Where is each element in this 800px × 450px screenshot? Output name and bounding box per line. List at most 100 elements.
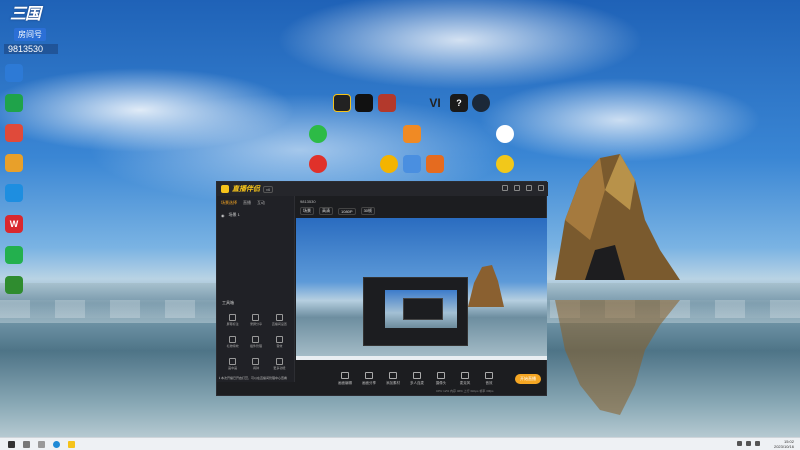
bottom-tool-label: 音效 (485, 381, 493, 385)
tool-icon (252, 358, 260, 365)
app-icon-1[interactable] (5, 64, 23, 82)
tool-item[interactable]: 画中画 (221, 358, 244, 370)
tool-item[interactable]: 屏幕标注 (221, 314, 244, 326)
bottom-tool-label: 多人连麦 (410, 381, 424, 385)
steam-icon[interactable] (472, 94, 490, 112)
minimize-icon[interactable] (514, 185, 520, 191)
nvidia-icon[interactable] (5, 276, 23, 294)
tool-item[interactable]: 音效 (268, 336, 291, 348)
window-controls (502, 185, 544, 191)
app-icon-row1-3[interactable] (378, 94, 396, 112)
chip-quality[interactable]: 高清 (319, 207, 333, 215)
app-icon-row3-3[interactable] (403, 155, 421, 173)
tab-interact[interactable]: 互动 (257, 200, 265, 206)
chip-scene[interactable]: 场景 (300, 207, 314, 215)
app-icon-row1-2[interactable] (355, 94, 373, 112)
scene-row[interactable]: ◉ 场景 1 (217, 210, 294, 220)
bottom-tool[interactable]: 画面编辑 (336, 372, 354, 386)
network-icon[interactable] (737, 441, 742, 446)
chrome-icon[interactable] (380, 155, 398, 173)
app-icon-row3-4[interactable] (426, 155, 444, 173)
app-icon-row1-5[interactable]: ? (450, 94, 468, 112)
tool-label: 画中画 (228, 366, 238, 370)
wechat-icon[interactable] (309, 125, 327, 143)
app-icon-3[interactable] (5, 124, 23, 142)
nested-preview-view-2 (403, 298, 443, 320)
tool-icon (252, 314, 260, 321)
bottom-tool[interactable]: 摄像头 (432, 372, 450, 386)
bottom-tool[interactable]: 画面分享 (360, 372, 378, 386)
streaming-app-window[interactable]: 直播伴侣 v6 场景选择 直播 互动 ◉ 场景 1 工具箱 屏幕标注 录屏分享 … (216, 181, 548, 396)
chip-fps[interactable]: 30帧 (360, 207, 376, 215)
bottom-tool[interactable]: 添加素材 (384, 372, 402, 386)
badge-logo: 三国 (10, 6, 41, 23)
status-bar: CPU 12% 内存 46% 上行 0kbps 帧率 30fps (436, 389, 494, 393)
qq-icon[interactable] (496, 125, 514, 143)
tab-scene[interactable]: 场景选择 (221, 200, 237, 206)
bottom-tool[interactable]: 音效 (480, 372, 498, 386)
wps-icon[interactable]: W (5, 215, 23, 233)
tool-item[interactable]: 礼物特效 (221, 336, 244, 348)
eye-icon[interactable]: ◉ (221, 213, 225, 218)
bottom-tool-label: 画面编辑 (338, 381, 352, 385)
rock-reflection (555, 300, 680, 415)
volume-icon[interactable] (746, 441, 751, 446)
tool-item[interactable]: 直播间设置 (268, 314, 291, 326)
app-sidebar: 场景选择 直播 互动 ◉ 场景 1 工具箱 屏幕标注 录屏分享 直播间设置 礼物… (217, 196, 295, 382)
task-view-icon[interactable] (38, 440, 45, 448)
app-icon-5[interactable] (5, 184, 23, 202)
app-icon-2[interactable] (5, 94, 23, 112)
bottom-tool-label: 添加素材 (386, 381, 400, 385)
scene-label: 场景 1 (228, 212, 240, 217)
preview-taskbar (296, 356, 547, 360)
app-icon-4[interactable] (5, 154, 23, 172)
app-icon-row1-4[interactable]: VI (426, 94, 444, 112)
tool-icon (275, 336, 283, 343)
app-icon-row2-2[interactable] (403, 125, 421, 143)
app-name: 直播伴侣 (232, 186, 260, 193)
tab-live[interactable]: 直播 (243, 200, 251, 206)
bottom-tool[interactable]: 麦克风 (456, 372, 474, 386)
tool-label: 音效 (276, 344, 283, 348)
tool-icon (275, 314, 283, 321)
close-icon[interactable] (538, 185, 544, 191)
tool-label: 录屏分享 (249, 322, 262, 326)
notice-text: ℹ 本次开播已开启打赏，可以在直播间管理中心查看 (219, 376, 287, 380)
tool-item[interactable]: 插件管理 (244, 336, 267, 348)
netease-music-icon[interactable] (309, 155, 327, 173)
bottom-tool[interactable]: 多人连麦 (408, 372, 426, 386)
app-icon-row1-1[interactable] (333, 94, 351, 112)
tool-item[interactable]: 录屏分享 (244, 314, 267, 326)
rock-formation (555, 154, 680, 280)
bottom-tool-label: 摄像头 (435, 381, 447, 385)
app-icon-row3-5[interactable] (496, 155, 514, 173)
tool-label: 屏幕标注 (226, 322, 239, 326)
speaker-icon (485, 372, 493, 379)
chip-resolution[interactable]: 1080P (338, 207, 356, 215)
start-icon[interactable] (8, 440, 15, 448)
tool-item[interactable]: 闹钟 (244, 358, 267, 370)
stream-preview[interactable] (296, 218, 547, 360)
input-method-icon[interactable] (755, 441, 760, 446)
preview-rock (468, 265, 504, 307)
tool-icon (229, 358, 237, 365)
app-icon-7[interactable] (5, 246, 23, 264)
system-tray (737, 441, 760, 446)
app-main-panel: 9813530 场景 高清 1080P 30帧 画面编辑 画面分享 添加素材 多… (296, 196, 547, 396)
app-titlebar[interactable]: 直播伴侣 v6 (217, 182, 548, 196)
desktop: 三国 房间号 9813530 W VI ? 直播伴侣 v6 场景选择 直播 互动… (0, 0, 800, 450)
add-icon (389, 372, 397, 379)
search-icon[interactable] (23, 440, 30, 448)
settings-icon[interactable] (502, 185, 508, 191)
edge-icon[interactable] (53, 440, 60, 448)
streaming-app-taskbar-icon[interactable] (68, 440, 75, 448)
tool-item[interactable]: 更多功能 (268, 358, 291, 370)
tool-label: 直播间设置 (271, 322, 287, 326)
tool-icon (229, 336, 237, 343)
clock[interactable]: 15:02 2023/10/16 (774, 439, 794, 449)
bottom-tool-label: 画面分享 (362, 381, 376, 385)
start-live-button[interactable]: 开始直播 (515, 374, 541, 384)
toolbox-grid: 屏幕标注 录屏分享 直播间设置 礼物特效 插件管理 音效 画中画 闹钟 更多功能 (221, 314, 291, 370)
bottom-tool-label: 麦克风 (459, 381, 471, 385)
maximize-icon[interactable] (526, 185, 532, 191)
